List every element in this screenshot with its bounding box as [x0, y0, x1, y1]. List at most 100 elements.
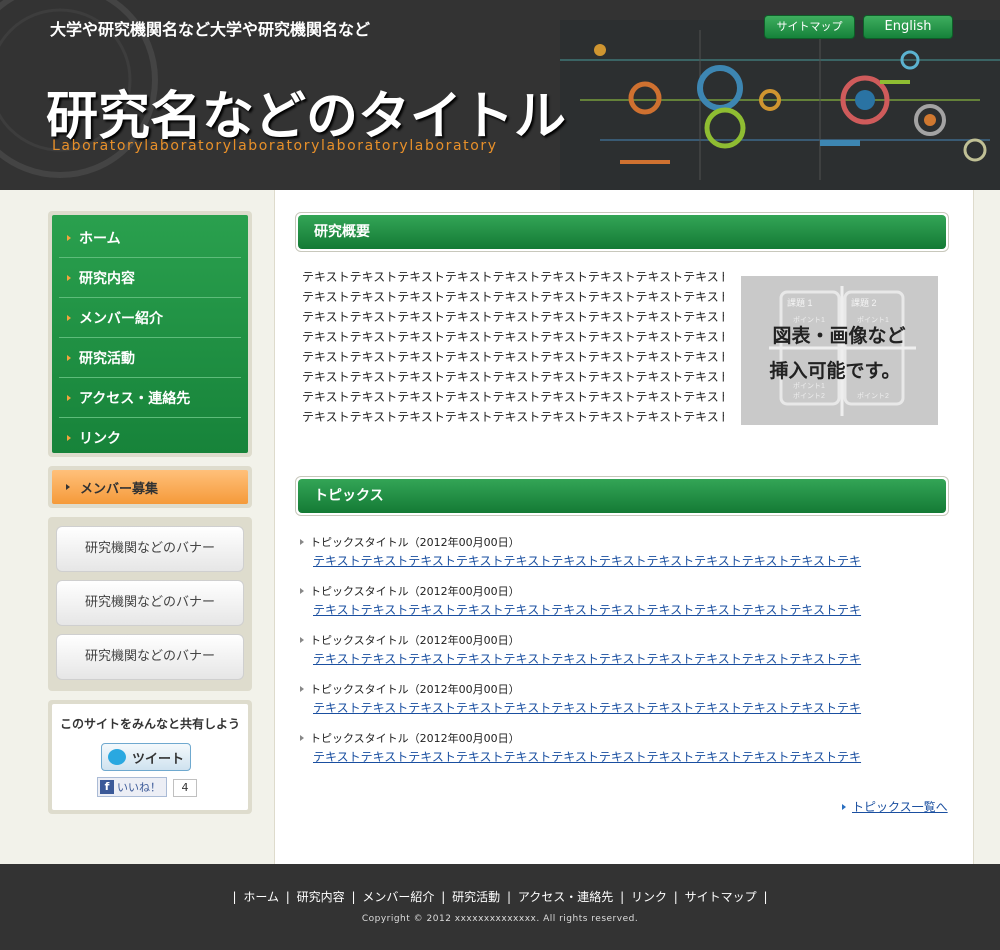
site-header: 大学や研究機関名など大学や研究機関名など 研究名などのタイトル Laborato…	[0, 0, 1000, 190]
overview-line: テキストテキストテキストテキストテキストテキストテキストテキストテキスト	[302, 410, 724, 424]
footer-link-home[interactable]: ホーム	[243, 890, 279, 904]
nav-item-label: ホーム	[79, 230, 121, 247]
footer-separator: |	[351, 890, 356, 904]
overview-figure: 課題 1 課題 2 ポイント1 ポイント1 ポイント1 ポイント2 ポイント2 …	[741, 276, 938, 425]
topics-more-link[interactable]: トピックス一覧へ	[842, 798, 948, 815]
like-button[interactable]: f いいね！	[97, 777, 167, 797]
institution-banner[interactable]: 研究機関などのバナー	[56, 580, 244, 626]
overview-heading: 研究概要	[298, 215, 946, 249]
recruit-button[interactable]: メンバー募集	[52, 470, 248, 504]
english-button[interactable]: English	[863, 15, 953, 39]
footer-separator: |	[285, 890, 290, 904]
overview-text: テキストテキストテキストテキストテキストテキストテキストテキストテキスト テキス…	[302, 267, 724, 427]
like-count: 4	[173, 779, 197, 797]
topics-heading-box: トピックス	[295, 476, 949, 516]
sitemap-button[interactable]: サイトマップ	[764, 15, 855, 39]
overview-line: テキストテキストテキストテキストテキストテキストテキストテキストテキスト	[302, 350, 724, 364]
nav-item-members[interactable]: メンバー紹介	[59, 298, 241, 338]
figure-topic-2: 課題 2	[851, 297, 877, 308]
topic-title: トピックスタイトル（2012年00月00日）	[310, 536, 520, 549]
nav-item-links[interactable]: リンク	[59, 418, 241, 458]
topic-item: トピックスタイトル（2012年00月00日） テキストテキストテキストテキストテ…	[300, 583, 940, 619]
figure-point: ポイント2	[857, 392, 889, 400]
overview-line: テキストテキストテキストテキストテキストテキストテキストテキストテキスト	[302, 270, 724, 284]
overview-line: テキストテキストテキストテキストテキストテキストテキストテキストテキスト	[302, 370, 724, 384]
topic-title: トピックスタイトル（2012年00月00日）	[310, 634, 520, 647]
nav-item-label: アクセス・連絡先	[79, 390, 191, 407]
overview-heading-box: 研究概要	[295, 212, 949, 252]
global-nav-list: ホーム 研究内容 メンバー紹介 研究活動 アクセス・連絡先 リンク	[52, 215, 248, 453]
figure-point: ポイント1	[793, 316, 825, 324]
topic-link[interactable]: テキストテキストテキストテキストテキストテキストテキストテキストテキストテキスト…	[313, 601, 926, 619]
institution-name: 大学や研究機関名など大学や研究機関名など	[50, 20, 371, 39]
footer-link-access[interactable]: アクセス・連絡先	[518, 890, 613, 904]
footer-link-activities[interactable]: 研究活動	[452, 890, 500, 904]
footer-separator: |	[441, 890, 446, 904]
copyright: Copyright © 2012 xxxxxxxxxxxxxx. All rig…	[361, 914, 639, 924]
triangle-icon	[66, 484, 70, 490]
footer-separator: |	[763, 890, 768, 904]
overview-line: テキストテキストテキストテキストテキストテキストテキストテキストテキスト	[302, 310, 724, 324]
footer-link-sitemap[interactable]: サイトマップ	[685, 890, 757, 904]
nav-item-activities[interactable]: 研究活動	[59, 338, 241, 378]
footer-link-research[interactable]: 研究内容	[297, 890, 345, 904]
figure-image: 課題 1 課題 2 ポイント1 ポイント1 ポイント1 ポイント2 ポイント2 …	[741, 276, 938, 425]
facebook-icon: f	[100, 780, 114, 794]
triangle-icon	[300, 637, 304, 643]
topic-title: トピックスタイトル（2012年00月00日）	[310, 585, 520, 598]
nav-item-research[interactable]: 研究内容	[59, 258, 241, 298]
topic-item: トピックスタイトル（2012年00月00日） テキストテキストテキストテキストテ…	[300, 632, 940, 668]
triangle-icon	[67, 314, 71, 321]
topic-title-row: トピックスタイトル（2012年00月00日）	[300, 583, 940, 599]
footer-link-links[interactable]: リンク	[631, 890, 667, 904]
topic-title-row: トピックスタイトル（2012年00月00日）	[300, 681, 940, 697]
topic-link[interactable]: テキストテキストテキストテキストテキストテキストテキストテキストテキストテキスト…	[313, 650, 926, 668]
topic-title: トピックスタイトル（2012年00月00日）	[310, 683, 520, 696]
triangle-icon	[67, 274, 71, 281]
share-box: このサイトをみんなと共有しよう ツイート f いいね！ 4	[48, 700, 252, 814]
nav-item-label: リンク	[79, 431, 121, 447]
share-panel: このサイトをみんなと共有しよう ツイート f いいね！ 4	[52, 704, 248, 810]
triangle-icon	[300, 588, 304, 594]
like-label: いいね！	[117, 781, 161, 794]
nav-item-home[interactable]: ホーム	[59, 218, 241, 258]
recruit-label: メンバー募集	[80, 481, 159, 497]
nav-item-label: 研究活動	[79, 350, 135, 367]
triangle-icon	[300, 539, 304, 545]
footer-link-members[interactable]: メンバー紹介	[362, 890, 434, 904]
triangle-icon	[67, 234, 71, 241]
recruit-box: メンバー募集	[48, 466, 252, 508]
institution-banner[interactable]: 研究機関などのバナー	[56, 526, 244, 572]
overview-line: テキストテキストテキストテキストテキストテキストテキストテキストテキスト	[302, 390, 724, 404]
footer-separator: |	[232, 890, 237, 904]
tweet-label: ツイート	[132, 751, 185, 767]
topic-link[interactable]: テキストテキストテキストテキストテキストテキストテキストテキストテキストテキスト…	[313, 699, 926, 717]
nav-item-label: 研究内容	[79, 270, 135, 287]
site-footer: | ホーム | 研究内容 | メンバー紹介 | 研究活動 | アクセス・連絡先 …	[0, 864, 1000, 950]
overview-line: テキストテキストテキストテキストテキストテキストテキストテキストテキスト	[302, 290, 724, 304]
footer-nav: | ホーム | 研究内容 | メンバー紹介 | 研究活動 | アクセス・連絡先 …	[0, 888, 1000, 905]
nav-item-label: メンバー紹介	[79, 310, 163, 327]
nav-item-access[interactable]: アクセス・連絡先	[59, 378, 241, 418]
topic-title-row: トピックスタイトル（2012年00月00日）	[300, 632, 940, 648]
figure-caption-line1: 図表・画像など	[772, 324, 905, 347]
topic-item: トピックスタイトル（2012年00月00日） テキストテキストテキストテキストテ…	[300, 534, 940, 570]
banner-list: 研究機関などのバナー 研究機関などのバナー 研究機関などのバナー	[48, 517, 252, 691]
topic-item: トピックスタイトル（2012年00月00日） テキストテキストテキストテキストテ…	[300, 681, 940, 717]
triangle-icon	[300, 735, 304, 741]
site-subtitle: Laboratorylaboratorylaboratorylaboratory…	[52, 138, 498, 154]
topic-link[interactable]: テキストテキストテキストテキストテキストテキストテキストテキストテキストテキスト…	[313, 552, 926, 570]
figure-topic-1: 課題 1	[787, 297, 813, 308]
topic-item: トピックスタイトル（2012年00月00日） テキストテキストテキストテキストテ…	[300, 730, 940, 766]
figure-point: ポイント1	[857, 316, 889, 324]
triangle-icon	[67, 435, 71, 441]
institution-banner[interactable]: 研究機関などのバナー	[56, 634, 244, 680]
tweet-button[interactable]: ツイート	[101, 743, 191, 771]
topics-more-label: トピックス一覧へ	[852, 800, 948, 814]
triangle-icon	[67, 394, 71, 401]
figure-point: ポイント2	[793, 392, 825, 400]
topic-title-row: トピックスタイトル（2012年00月00日）	[300, 534, 940, 550]
topic-title-row: トピックスタイトル（2012年00月00日）	[300, 730, 940, 746]
topic-link[interactable]: テキストテキストテキストテキストテキストテキストテキストテキストテキストテキスト…	[313, 748, 926, 766]
topic-title: トピックスタイトル（2012年00月00日）	[310, 732, 520, 745]
